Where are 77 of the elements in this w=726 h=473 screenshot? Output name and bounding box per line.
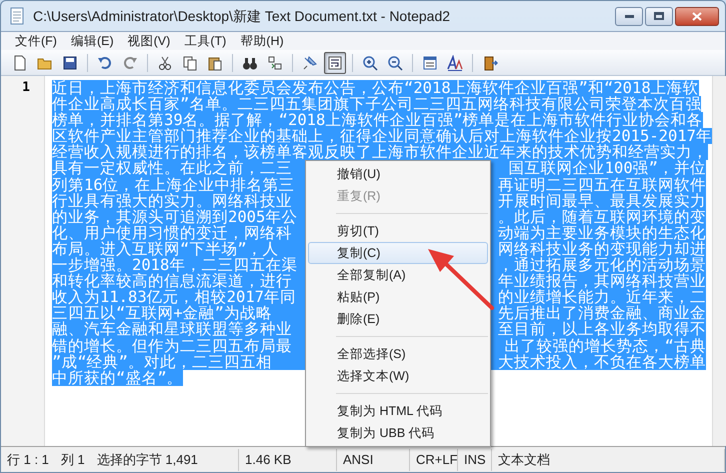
notepad-icon <box>9 7 25 25</box>
context-menu-item[interactable]: 粘贴(P) <box>308 286 488 308</box>
toolbar-button[interactable] <box>324 52 346 74</box>
status-text: CR+LF <box>416 450 458 469</box>
line-number: 1 <box>22 80 30 96</box>
status-text: ANSI <box>343 450 374 469</box>
menu-item[interactable]: 帮助(H) <box>234 33 290 49</box>
redo-icon <box>122 54 138 70</box>
font-icon <box>447 54 463 70</box>
context-menu-item[interactable]: 选择文本(W) <box>308 365 488 387</box>
status-text: INS <box>464 450 486 469</box>
selected-text: 至目前，以上各业务均取得不 <box>490 321 706 338</box>
selected-text: 错的增长。但作为二三四五布局最 <box>52 338 305 354</box>
selected-text: 开展时间最早、最具发展实力 <box>490 192 706 209</box>
pin-icon <box>302 54 318 70</box>
selected-text: 化、用户使用习惯的变迁，网络科 <box>52 224 305 241</box>
word-wrap-icon <box>327 54 343 70</box>
selected-text: 网络科技业务的变现能力却进 <box>490 240 706 258</box>
zoom-in-icon <box>362 54 378 70</box>
selected-text: 大技术投入，不负在各大榜单 <box>490 354 706 370</box>
menu-item[interactable]: 文件(F) <box>9 33 63 49</box>
menu-item[interactable]: 编辑(E) <box>64 33 120 49</box>
selected-text: 近日，上海市经济和信息化委员会发布公告，公布“2018上海软件企业百强”和“2018上海软 <box>52 80 699 96</box>
context-menu-item[interactable]: 复制为 HTML 代码 <box>308 400 488 422</box>
minimize-button[interactable] <box>615 6 643 26</box>
selected-text: 的业绩增长能力。近年来，二 <box>490 289 706 306</box>
copy-icon <box>182 54 198 70</box>
new-file-icon <box>12 54 28 70</box>
scissors-icon <box>157 54 173 70</box>
selected-text: 融、汽车金融和星球联盟等多种业 <box>52 321 305 338</box>
selected-text: 列第16位，在上海企业中排名第三 <box>52 176 305 193</box>
window-title: C:\Users\Administrator\Desktop\新建 Text Document.txt - Notepad2 <box>33 6 450 26</box>
status-text: 文本文档 <box>498 450 550 469</box>
selected-text: 中所获的“盛名”。 <box>52 370 183 386</box>
selected-text: ，通过拓展多元化的活动场景 <box>490 257 706 274</box>
replace-icon <box>267 54 283 70</box>
selected-text: 出了较强的增长势态，“古典 <box>490 338 706 354</box>
selected-text: 的业务，其源头可追溯到2005年公 <box>52 208 305 225</box>
menu-item[interactable]: 工具(T) <box>178 33 232 49</box>
clipboard-icon <box>207 54 223 70</box>
list-window-icon <box>422 54 438 70</box>
selected-text: 年业绩报告，其网络科技营业 <box>490 273 706 290</box>
selected-text: 。此后，随着互联网环境的变 <box>490 208 706 225</box>
context-menu-item[interactable]: 复制(C) <box>308 242 488 264</box>
selected-text: 件企业高成长百家”名单。二三四五集团旗下子公司二三四五网络科技有限公司荣登本次百强 <box>52 96 702 112</box>
menu-item[interactable]: 视图(V) <box>122 33 176 49</box>
selected-text: 和转化率较高的信息流渠道，进行 <box>52 273 305 290</box>
selected-text: 榜单，并排名第39名。据了解，“2018上海软件企业百强”榜单是在上海市软件行业协会和各 <box>52 112 703 128</box>
context-menu-item[interactable]: 复制为 UBB 代码 <box>308 422 488 444</box>
undo-icon <box>97 54 113 70</box>
selected-text: 收入为11.83亿元，相较2017年同 <box>52 289 305 306</box>
selected-text: 再证明二三四五在互联网软件 <box>490 176 706 193</box>
context-menu-item[interactable]: 删除(E) <box>308 308 488 330</box>
selected-text: 经营收入规模进行的排名，该榜单客观反映了上海市软件企业近年来的技术优势和经营实力， <box>52 144 708 160</box>
selected-text: 国互联网企业100强”，并位 <box>490 160 706 177</box>
selected-text: ”成“经典”。对此，二三四五相 <box>52 354 305 370</box>
status-text: 列 1 <box>60 450 85 469</box>
status-text: 行 1 : 1 <box>7 450 49 469</box>
selected-text: 区软件产业主管部门推荐企业的基础上，征得企业同意确认后对上海软件企业按2015-2017年 <box>52 128 712 144</box>
context-menu-item[interactable]: 全部复制(A) <box>308 264 488 286</box>
zoom-out-icon <box>387 54 403 70</box>
context-menu-item[interactable]: 剪切(T) <box>308 220 488 242</box>
selected-text: 具有一定权威性。在此之前，二三 <box>52 160 305 177</box>
status-text: 选择的字节 1,491 <box>96 450 198 469</box>
door-exit-icon <box>482 54 498 70</box>
status-text: 1.46 KB <box>245 450 292 469</box>
context-menu-item[interactable]: 撤销(U) <box>308 163 488 185</box>
selected-text: 先后推出了消费金融、商业金 <box>490 305 706 322</box>
close-button[interactable] <box>675 6 719 26</box>
close-icon <box>692 12 702 20</box>
maximize-button[interactable] <box>645 6 673 26</box>
selected-text: 布局。进入互联网“下半场”，人 <box>52 240 305 258</box>
context-menu-item[interactable]: 全部选择(S) <box>308 343 488 365</box>
selected-text: 动端为主要业务模块的生态化 <box>490 224 706 241</box>
selected-text: 行业具有强大的实力。网络科技业 <box>52 192 305 209</box>
selected-text: 一步增强。2018年，二三四五在渠 <box>52 257 305 274</box>
selected-text: 三四五以“互联网+金融”为战略 <box>52 305 305 322</box>
